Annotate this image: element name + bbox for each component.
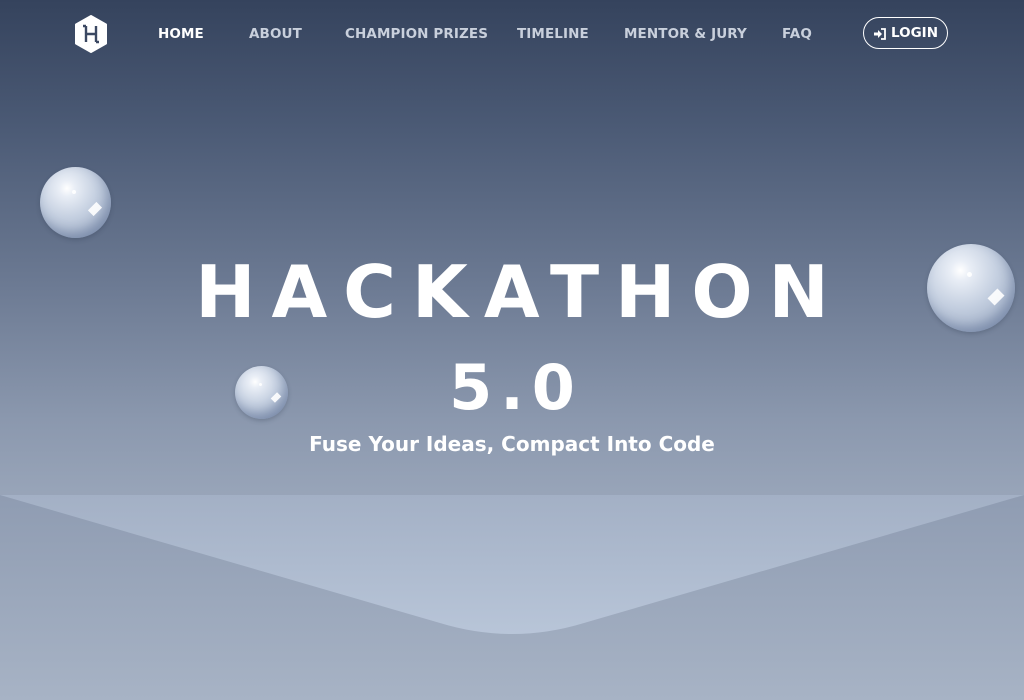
nav-item-timeline[interactable]: TIMELINE <box>517 26 589 42</box>
hero-tagline: Fuse Your Ideas, Compact Into Code <box>309 432 715 456</box>
login-label: LOGIN <box>891 25 938 41</box>
nav-item-home[interactable]: HOME <box>158 26 204 42</box>
nav-item-faq[interactable]: FAQ <box>782 26 812 42</box>
hexagon-logo-icon[interactable] <box>74 15 108 53</box>
login-button[interactable]: LOGIN <box>863 17 948 49</box>
navbar: HOME ABOUT CHAMPION PRIZES TIMELINE MENT… <box>0 0 1024 68</box>
hero-version: 5.0 <box>449 351 583 424</box>
decorative-bubble <box>40 167 111 238</box>
page: HOME ABOUT CHAMPION PRIZES TIMELINE MENT… <box>0 0 1024 700</box>
nav-item-mentor-jury[interactable]: MENTOR & JURY <box>624 26 747 42</box>
sign-in-icon <box>873 26 887 40</box>
nav-item-about[interactable]: ABOUT <box>249 26 302 42</box>
chevron-background-shape <box>0 495 1024 700</box>
hero-title: HACKATHON <box>195 250 845 334</box>
nav-item-champion-prizes[interactable]: CHAMPION PRIZES <box>345 26 488 42</box>
